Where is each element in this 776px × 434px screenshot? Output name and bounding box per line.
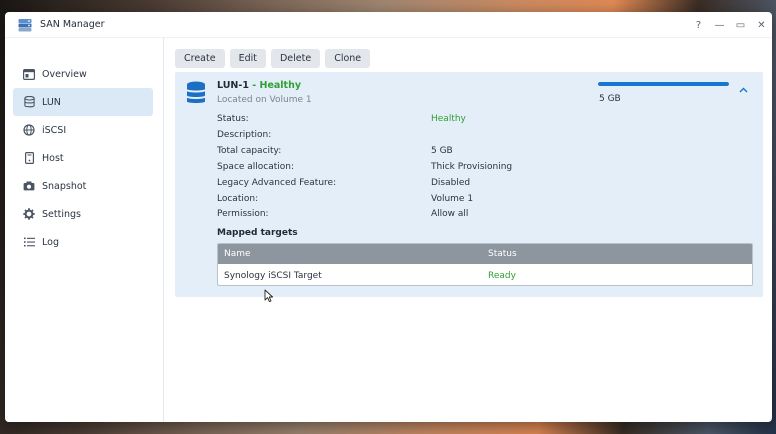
detail-row-location: Location: Volume 1: [217, 194, 717, 208]
sidebar-item-label: LUN: [42, 96, 61, 108]
gear-icon: [22, 207, 36, 221]
san-manager-app-icon: [18, 19, 32, 32]
create-button[interactable]: Create: [175, 49, 225, 68]
sidebar-item-label: Snapshot: [42, 180, 87, 192]
window-controls: ? — ▭ ✕: [688, 12, 772, 38]
detail-label: Legacy Advanced Feature:: [217, 178, 337, 188]
detail-label: Total capacity:: [217, 146, 282, 156]
lun-location: Located on Volume 1: [217, 95, 312, 105]
target-status-cell: Ready: [488, 271, 516, 281]
sidebar-item-settings[interactable]: Settings: [13, 200, 153, 228]
edit-button[interactable]: Edit: [229, 49, 266, 68]
minimize-button[interactable]: —: [709, 12, 730, 38]
detail-row-permission: Permission: Allow all: [217, 209, 717, 223]
delete-button[interactable]: Delete: [270, 49, 321, 68]
column-header-status[interactable]: Status: [488, 249, 517, 259]
detail-label: Permission:: [217, 209, 269, 219]
title-bar[interactable]: SAN Manager ? — ▭ ✕: [5, 12, 772, 38]
mapped-targets-heading: Mapped targets: [217, 228, 298, 238]
overview-icon: [22, 67, 36, 81]
sidebar-item-overview[interactable]: Overview: [13, 60, 153, 88]
detail-value: Healthy: [431, 114, 466, 124]
window-title: SAN Manager: [40, 19, 105, 30]
toolbar: Create Edit Delete Clone: [175, 49, 371, 68]
collapse-chevron-icon[interactable]: [735, 84, 751, 96]
lun-detail-panel[interactable]: LUN-1 - Healthy Located on Volume 1 5 GB…: [175, 72, 763, 297]
main-content: Create Edit Delete Clone LUN-1 - Healthy…: [165, 38, 772, 422]
lun-title-separator: -: [248, 80, 260, 91]
sidebar-item-lun[interactable]: LUN: [13, 88, 153, 116]
san-manager-window: SAN Manager ? — ▭ ✕ Overview LUN iSCSI H…: [5, 12, 772, 422]
globe-icon: [22, 123, 36, 137]
lun-name: LUN-1: [217, 80, 249, 91]
server-icon: [22, 151, 36, 165]
detail-row-legacy-feature: Legacy Advanced Feature: Disabled: [217, 178, 717, 192]
detail-value: Thick Provisioning: [431, 162, 513, 172]
list-icon: [22, 235, 36, 249]
detail-value: Disabled: [431, 178, 471, 188]
capacity-value: 5 GB: [599, 94, 621, 104]
detail-label: Description:: [217, 130, 272, 140]
mapped-targets-table: Name Status Synology iSCSI Target Ready: [217, 243, 753, 286]
maximize-button[interactable]: ▭: [730, 12, 751, 38]
detail-row-total-capacity: Total capacity: 5 GB: [217, 146, 717, 160]
sidebar-item-label: iSCSI: [42, 124, 67, 136]
capacity-progress-bar: [598, 82, 729, 86]
sidebar: Overview LUN iSCSI Host Snapshot Setting…: [5, 38, 164, 422]
detail-value: Allow all: [431, 209, 469, 219]
mouse-cursor-icon: [264, 289, 274, 303]
lun-title: LUN-1 - Healthy: [217, 80, 301, 91]
detail-label: Space allocation:: [217, 162, 295, 172]
detail-value: Volume 1: [431, 194, 474, 204]
sidebar-item-label: Host: [42, 152, 64, 164]
target-name-cell: Synology iSCSI Target: [224, 271, 322, 281]
camera-icon: [22, 179, 36, 193]
table-header: Name Status: [218, 244, 752, 264]
detail-row-space-allocation: Space allocation: Thick Provisioning: [217, 162, 717, 176]
sidebar-item-label: Log: [42, 236, 59, 248]
sidebar-item-host[interactable]: Host: [13, 144, 153, 172]
lun-health-status: Healthy: [259, 80, 302, 91]
sidebar-item-iscsi[interactable]: iSCSI: [13, 116, 153, 144]
close-button[interactable]: ✕: [751, 12, 772, 38]
detail-label: Location:: [217, 194, 259, 204]
detail-row-description: Description:: [217, 130, 717, 144]
sidebar-item-label: Overview: [42, 68, 87, 80]
lun-database-icon: [187, 81, 205, 103]
detail-label: Status:: [217, 114, 249, 124]
detail-row-status: Status: Healthy: [217, 114, 717, 128]
database-icon: [22, 95, 36, 109]
capacity-progress-fill: [598, 82, 729, 86]
sidebar-item-log[interactable]: Log: [13, 228, 153, 256]
detail-value: 5 GB: [431, 146, 453, 156]
sidebar-item-snapshot[interactable]: Snapshot: [13, 172, 153, 200]
clone-button[interactable]: Clone: [325, 49, 371, 68]
help-button[interactable]: ?: [688, 12, 709, 38]
sidebar-item-label: Settings: [42, 208, 81, 220]
column-header-name[interactable]: Name: [224, 249, 251, 259]
